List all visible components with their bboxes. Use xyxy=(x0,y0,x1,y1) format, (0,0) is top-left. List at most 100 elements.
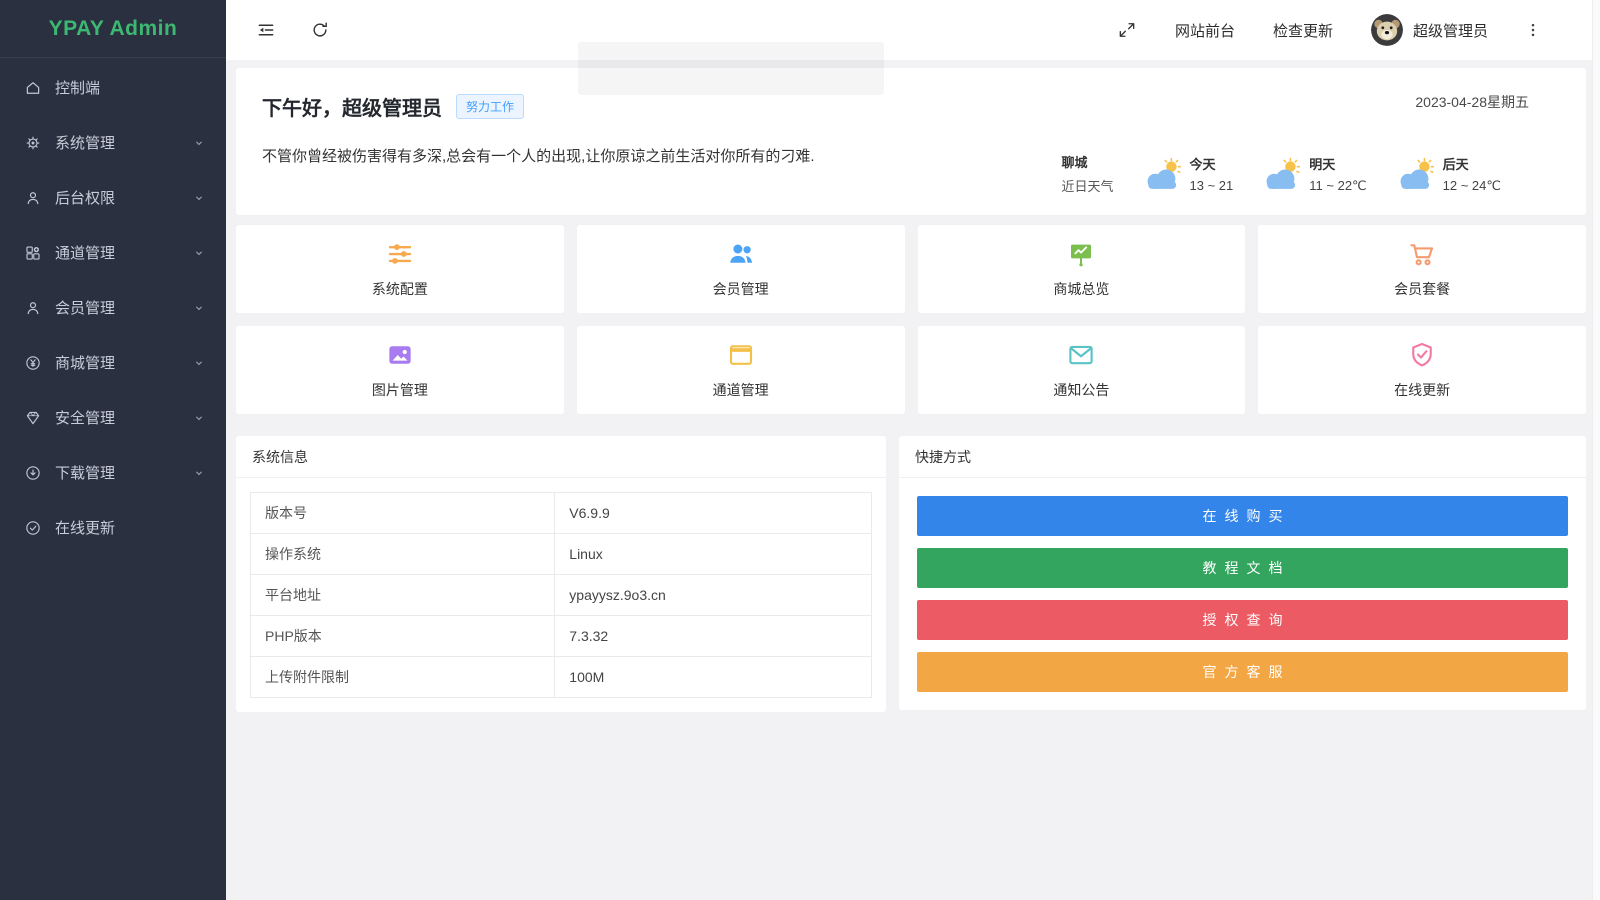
sliders-icon xyxy=(385,239,415,269)
admin-dashboard: YPAY Admin 控制端 系统管理 后台权限 xyxy=(0,0,1600,900)
table-row: 操作系统 Linux xyxy=(251,534,872,575)
weather-day-temp: 12 ~ 24℃ xyxy=(1443,178,1501,194)
shortcut-label: 在线更新 xyxy=(1394,380,1450,400)
weather-day-temp: 13 ~ 21 xyxy=(1190,178,1234,193)
weather-day-name: 明天 xyxy=(1309,154,1366,173)
info-label: 版本号 xyxy=(251,493,555,534)
sidebar-item-label: 系统管理 xyxy=(55,132,115,153)
online-purchase-button[interactable]: 在线购买 xyxy=(917,496,1568,536)
shortcut-label: 商城总览 xyxy=(1053,279,1109,299)
user-icon xyxy=(24,189,42,207)
avatar xyxy=(1371,14,1403,46)
mail-icon xyxy=(1066,340,1096,370)
chevron-down-icon xyxy=(192,301,206,315)
shortcut-mall-overview[interactable]: 商城总览 xyxy=(918,225,1246,313)
info-value: 7.3.32 xyxy=(555,616,872,657)
sun-cloud-icon xyxy=(1261,156,1303,192)
users-icon xyxy=(726,239,756,269)
sidebar-item-label: 安全管理 xyxy=(55,407,115,428)
sidebar-item-system[interactable]: 系统管理 xyxy=(0,115,226,170)
sidebar-nav: 控制端 系统管理 后台权限 通道管理 xyxy=(0,58,226,555)
sidebar-item-console[interactable]: 控制端 xyxy=(0,60,226,115)
sidebar-item-security[interactable]: 安全管理 xyxy=(0,390,226,445)
shortcut-member-packages[interactable]: 会员套餐 xyxy=(1258,225,1586,313)
check-update-link[interactable]: 检查更新 xyxy=(1273,20,1333,41)
chevron-down-icon xyxy=(192,356,206,370)
table-row: PHP版本 7.3.32 xyxy=(251,616,872,657)
weather-day-temp: 11 ~ 22℃ xyxy=(1309,178,1366,194)
yen-circle-icon xyxy=(24,354,42,372)
sidebar-item-label: 后台权限 xyxy=(55,187,115,208)
scrollbar[interactable] xyxy=(1592,0,1600,900)
greeting-card: 下午好，超级管理员 努力工作 不管你曾经被伤害得有多深,总会有一个人的出现,让你… xyxy=(236,68,1586,215)
weather-day: 今天 13 ~ 21 xyxy=(1142,154,1234,193)
shortcut-image-management[interactable]: 图片管理 xyxy=(236,326,564,414)
info-value: 100M xyxy=(555,657,872,698)
image-icon xyxy=(385,340,415,370)
shortcut-label: 会员套餐 xyxy=(1394,279,1450,299)
refresh-icon[interactable] xyxy=(310,20,330,40)
shortcut-grid: 系统配置 会员管理 商城总览 会员套餐 xyxy=(236,225,1586,414)
shortcut-label: 会员管理 xyxy=(713,279,769,299)
shortcut-system-config[interactable]: 系统配置 xyxy=(236,225,564,313)
info-label: 平台地址 xyxy=(251,575,555,616)
shortcut-channel-management[interactable]: 通道管理 xyxy=(577,326,905,414)
window-icon xyxy=(726,340,756,370)
info-value: ypayysz.9o3.cn xyxy=(555,575,872,616)
home-icon xyxy=(24,79,42,97)
sidebar-item-label: 通道管理 xyxy=(55,242,115,263)
sidebar-item-downloads[interactable]: 下载管理 xyxy=(0,445,226,500)
fullscreen-icon[interactable] xyxy=(1117,20,1137,40)
gear-icon xyxy=(24,134,42,152)
gem-icon xyxy=(24,409,42,427)
username: 超级管理员 xyxy=(1413,20,1488,41)
shortcut-label: 通知公告 xyxy=(1053,380,1109,400)
chart-board-icon xyxy=(1066,239,1096,269)
weather-day-name: 后天 xyxy=(1443,154,1501,173)
info-label: 操作系统 xyxy=(251,534,555,575)
info-value: Linux xyxy=(555,534,872,575)
kebab-menu-icon[interactable] xyxy=(1524,21,1542,39)
main-content: 下午好，超级管理员 努力工作 不管你曾经被伤害得有多深,总会有一个人的出现,让你… xyxy=(226,60,1600,900)
weather-city: 聊城 xyxy=(1062,152,1114,171)
components-icon xyxy=(24,244,42,262)
cart-icon xyxy=(1407,239,1437,269)
tutorial-docs-button[interactable]: 教程文档 xyxy=(917,548,1568,588)
sidebar-item-permissions[interactable]: 后台权限 xyxy=(0,170,226,225)
collapse-sidebar-icon[interactable] xyxy=(256,20,276,40)
info-label: 上传附件限制 xyxy=(251,657,555,698)
shortcut-label: 通道管理 xyxy=(713,380,769,400)
sidebar-item-members[interactable]: 会员管理 xyxy=(0,280,226,335)
sidebar-item-label: 会员管理 xyxy=(55,297,115,318)
sidebar-item-channels[interactable]: 通道管理 xyxy=(0,225,226,280)
weather-day-name: 今天 xyxy=(1190,154,1234,173)
user-icon xyxy=(24,299,42,317)
chevron-down-icon xyxy=(192,411,206,425)
weather-subtitle: 近日天气 xyxy=(1062,176,1114,195)
sun-cloud-icon xyxy=(1142,156,1184,192)
site-front-link[interactable]: 网站前台 xyxy=(1175,20,1235,41)
greeting-title: 下午好，超级管理员 xyxy=(262,92,442,121)
sidebar-item-mall[interactable]: 商城管理 xyxy=(0,335,226,390)
official-support-button[interactable]: 官方客服 xyxy=(917,652,1568,692)
system-info-table: 版本号 V6.9.9 操作系统 Linux 平台地址 ypayysz.9o3.c… xyxy=(250,492,872,698)
system-info-panel: 系统信息 版本号 V6.9.9 操作系统 Linux xyxy=(236,436,886,712)
shield-check-icon xyxy=(1407,340,1437,370)
check-circle-icon xyxy=(24,519,42,537)
sidebar: YPAY Admin 控制端 系统管理 后台权限 xyxy=(0,0,226,900)
shortcut-label: 图片管理 xyxy=(372,380,428,400)
chevron-down-icon xyxy=(192,191,206,205)
sidebar-item-online-update[interactable]: 在线更新 xyxy=(0,500,226,555)
table-row: 版本号 V6.9.9 xyxy=(251,493,872,534)
shortcut-member-management[interactable]: 会员管理 xyxy=(577,225,905,313)
license-query-button[interactable]: 授权查询 xyxy=(917,600,1568,640)
chevron-down-icon xyxy=(192,466,206,480)
user-menu[interactable]: 超级管理员 xyxy=(1371,14,1488,46)
weather-day: 后天 12 ~ 24℃ xyxy=(1395,154,1501,194)
shortcut-announcements[interactable]: 通知公告 xyxy=(918,326,1246,414)
shortcut-online-update[interactable]: 在线更新 xyxy=(1258,326,1586,414)
sun-cloud-icon xyxy=(1395,156,1437,192)
panel-title: 系统信息 xyxy=(236,436,886,478)
brand-logo: YPAY Admin xyxy=(0,0,226,58)
chevron-down-icon xyxy=(192,246,206,260)
